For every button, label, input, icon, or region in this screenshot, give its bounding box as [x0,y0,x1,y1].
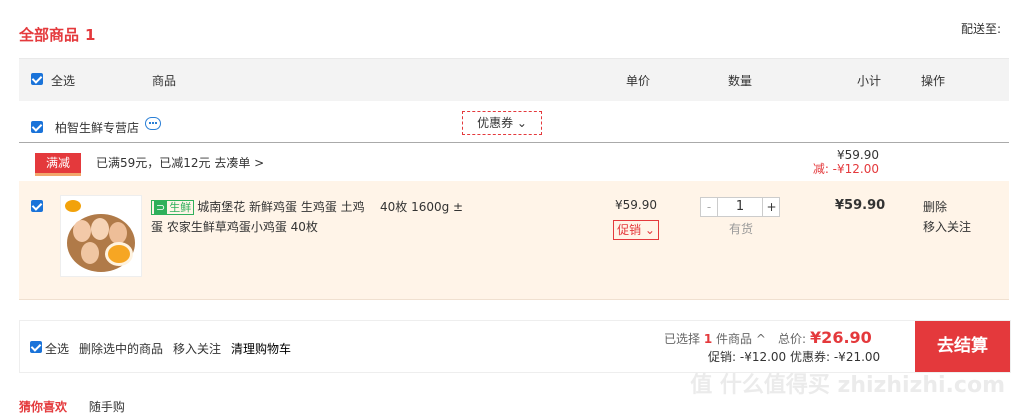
product-name[interactable]: ⊃ 生鲜 城南堡花 新鲜鸡蛋 生鸡蛋 土鸡蛋 农家生鲜草鸡蛋小鸡蛋 40枚 [151,197,366,237]
tab-guess-like[interactable]: 猜你喜欢 [19,400,67,414]
quantity-stepper: - 1 + [700,197,780,217]
follow-link[interactable]: 移入关注 [923,218,971,235]
total-price: 总价: ¥26.90 [778,328,872,347]
brand-logo [65,200,81,212]
col-quantity: 数量 [728,74,753,88]
line-total: ¥59.90 [835,198,886,213]
egg-yolk-shape [105,242,133,266]
qty-input[interactable]: 1 [718,198,762,216]
col-subtotal: 小计 [857,74,882,88]
promo-text[interactable]: 已满59元，已减12元 去凑单 > [96,154,264,171]
shop-checkbox[interactable] [31,121,43,133]
egg-shape [73,220,91,242]
checkout-button[interactable]: 去结算 [915,321,1010,372]
shop-name[interactable]: 柏智生鲜专营店 [55,119,139,136]
col-product: 商品 [152,74,177,88]
shop-row: 柏智生鲜专营店 优惠券 ⌄ [19,104,1009,144]
col-operation: 操作 [921,74,946,88]
product-spec: 40枚 1600g ± [380,200,464,214]
promo-reduce: 减: -¥12.00 [812,162,879,176]
select-all-checkbox[interactable] [31,73,43,85]
promo-tag: 满减 [35,153,81,176]
unit-price: ¥59.90 [615,198,657,212]
col-unit-price: 单价 [626,74,651,88]
qty-minus-button[interactable]: - [701,198,718,216]
delete-link[interactable]: 删除 [923,198,947,215]
selected-summary[interactable]: 已选择 1 件商品 ^ [664,330,766,347]
egg-shape [81,242,99,264]
promo-dropdown[interactable]: 促销 ⌄ [613,220,659,240]
clear-cart-link[interactable]: 清理购物车 [231,340,291,357]
promo-price: ¥59.90 [837,148,879,162]
egg-shape [109,222,127,244]
chat-icon[interactable] [145,117,161,130]
move-follow-link[interactable]: 移入关注 [173,340,221,357]
item-count: 1 [85,26,96,44]
promotion-row: 满减 已满59元，已减12元 去凑单 > ¥59.90 减: -¥12.00 [19,143,1009,180]
table-header: 全选 商品 单价 数量 小计 操作 [19,58,1009,101]
tab-quick-buy[interactable]: 随手购 [89,400,125,414]
footer-select-all-checkbox[interactable] [30,341,42,353]
stock-status: 有货 [729,222,754,236]
item-checkbox[interactable] [31,200,43,212]
footer-select-all-label[interactable]: 全选 [45,340,69,357]
egg-shape [91,218,109,240]
discount-summary: 促销: -¥12.00 优惠券: -¥21.00 [708,350,881,364]
coupon-button[interactable]: 优惠券 ⌄ [462,111,542,135]
qty-plus-button[interactable]: + [762,198,780,216]
promo-summary: ¥59.90 减: -¥12.00 [809,148,879,176]
deliver-to[interactable]: 配送至: [961,20,1001,37]
cart-footer: 全选 删除选中的商品 移入关注 清理购物车 已选择 1 件商品 ^ 总价: ¥26… [19,320,1011,373]
watermark: 值 什么值得买 zhizhizhi.com [690,373,1005,398]
product-image[interactable] [60,195,142,277]
select-all-label[interactable]: 全选 [51,72,75,89]
delete-selected-link[interactable]: 删除选中的商品 [79,340,163,357]
cart-item: ⊃ 生鲜 城南堡花 新鲜鸡蛋 生鸡蛋 土鸡蛋 农家生鲜草鸡蛋小鸡蛋 40枚 40枚 … [19,181,1009,300]
page-title: 全部商品 1 [19,26,96,44]
fresh-tag: ⊃ 生鲜 [151,200,195,215]
